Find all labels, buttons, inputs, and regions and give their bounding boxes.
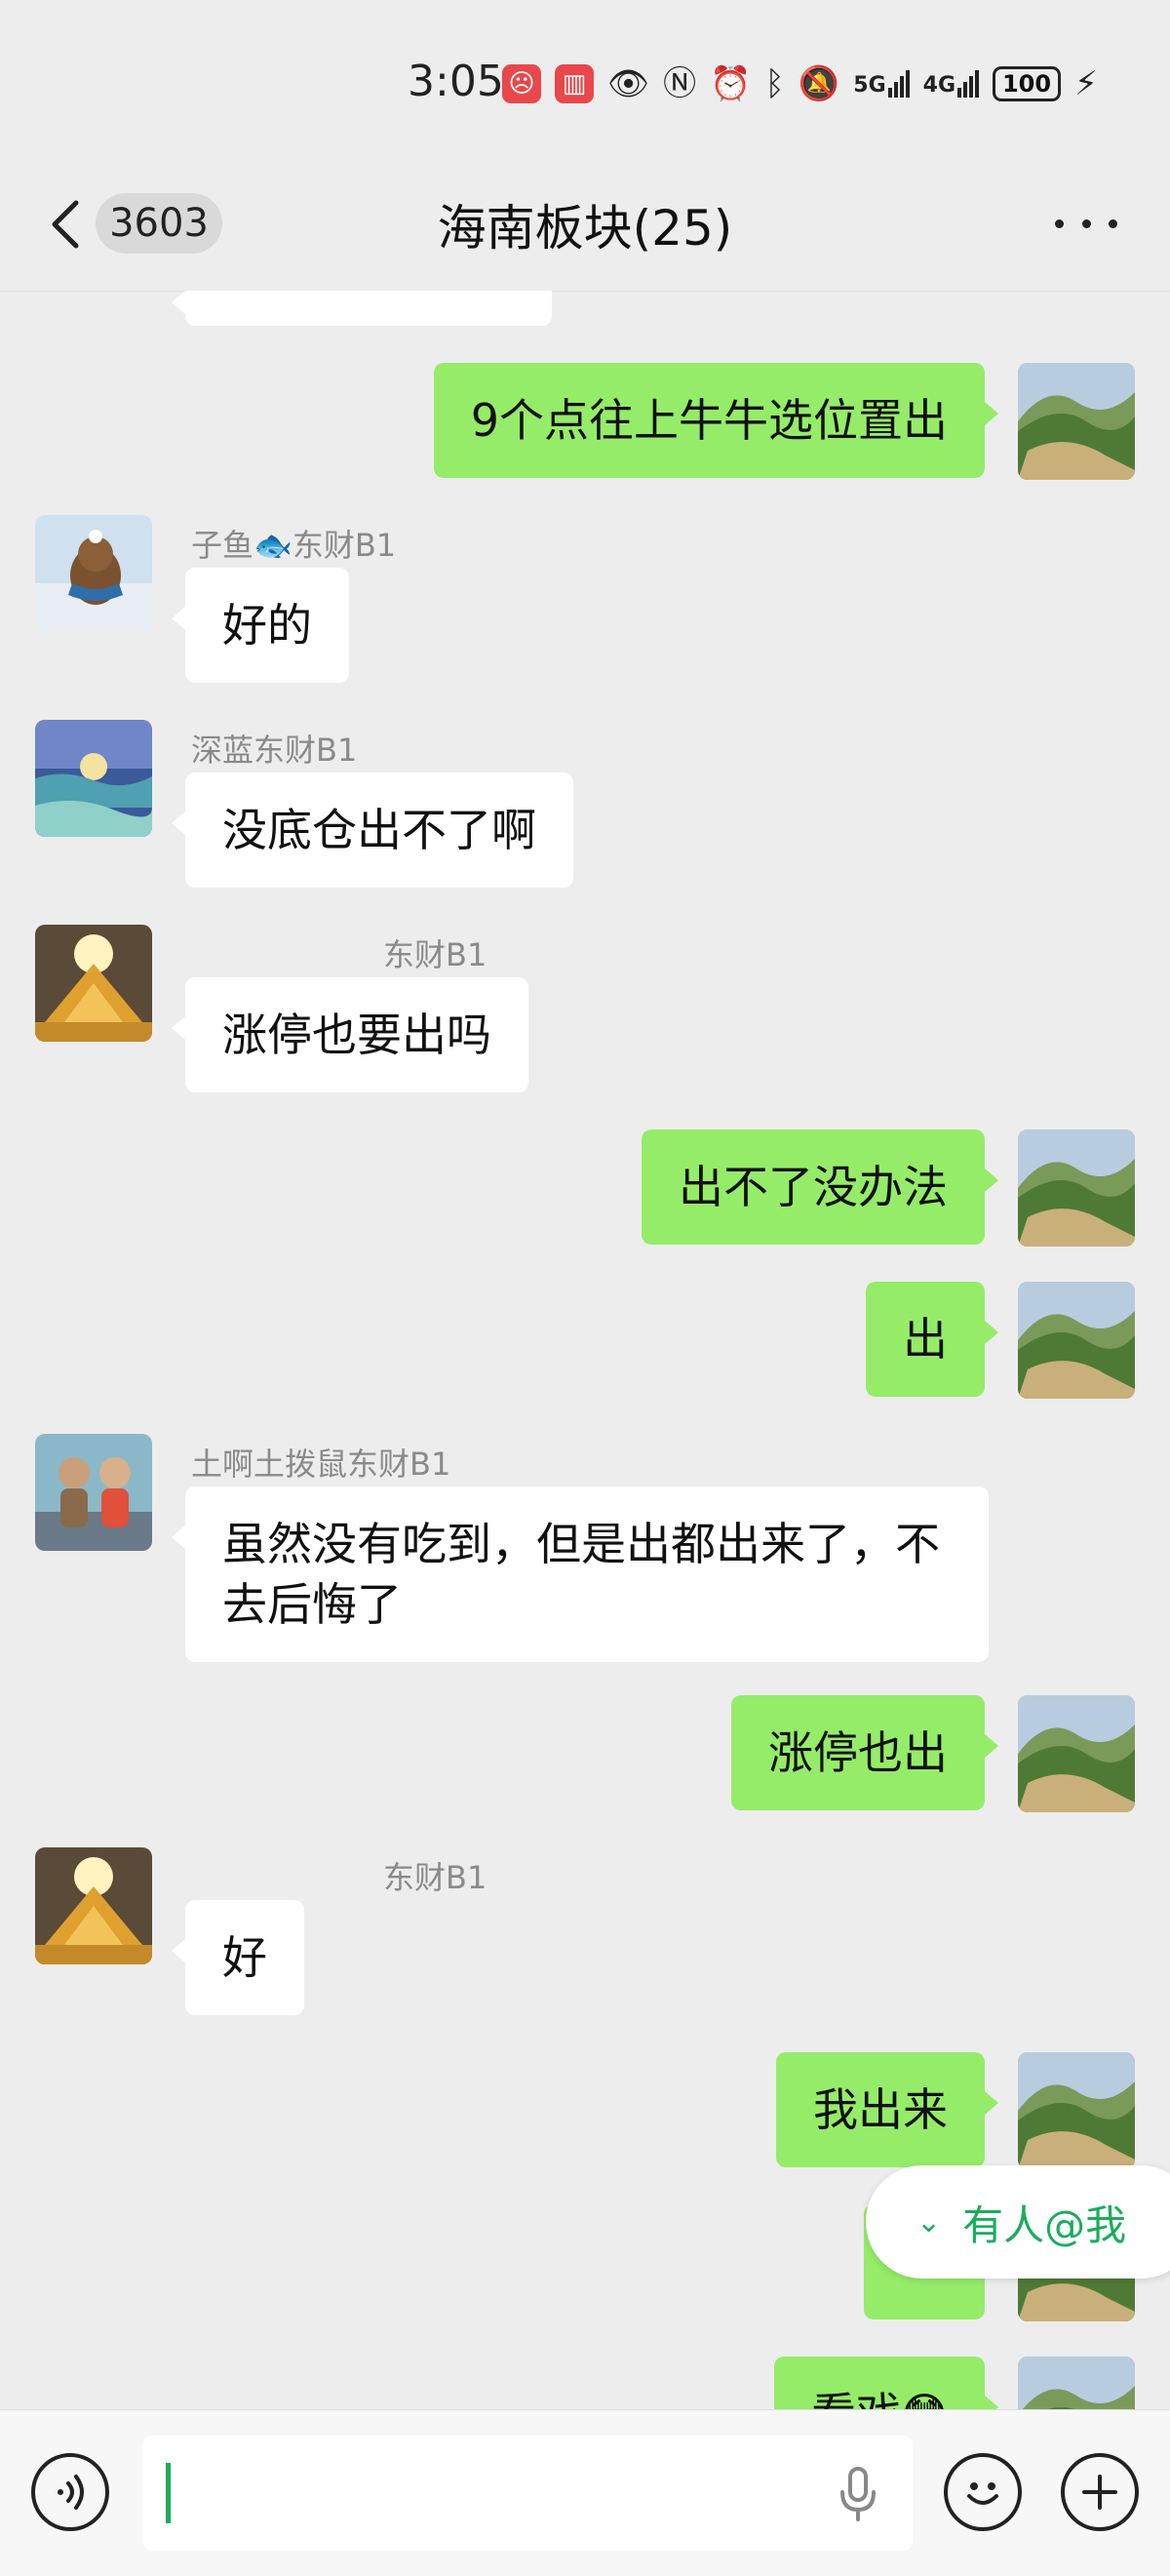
mute-icon: 🔕 (798, 64, 840, 103)
sender-name: 土啊土拨鼠东财B1 (191, 1446, 451, 1483)
voice-wave-icon[interactable] (31, 2453, 109, 2531)
message-input[interactable] (142, 2436, 913, 2551)
my-avatar[interactable] (1018, 2357, 1135, 2409)
message-bubble[interactable]: 虽然没有吃到，但是出都出来了，不去后悔了 (172, 1486, 989, 1662)
text-caret (166, 2463, 171, 2523)
plus-icon[interactable] (1061, 2453, 1139, 2531)
sender-avatar[interactable] (35, 925, 152, 1042)
sender-avatar[interactable] (35, 515, 152, 632)
double-chevron-down-icon: ⌄ (916, 2204, 942, 2239)
message-bubble[interactable]: 我出来 (776, 2052, 998, 2167)
message-bubble[interactable]: 好 (172, 1900, 304, 2015)
chat-title: 海南板块(25) (437, 200, 733, 257)
signal-5g-icon: 5G (853, 70, 910, 98)
my-avatar[interactable] (1018, 363, 1135, 480)
message-bubble[interactable]: 涨停也要出吗 (172, 977, 528, 1092)
sender-avatar[interactable] (35, 1847, 152, 1964)
microphone-icon[interactable] (835, 2465, 881, 2523)
my-avatar[interactable] (1018, 1129, 1135, 1247)
sender-avatar[interactable] (35, 720, 152, 837)
message-bubble[interactable]: 涨停也出 (731, 1695, 998, 1810)
bluetooth-icon: ᛒ (764, 64, 785, 103)
message-bubble[interactable]: 9个点往上牛牛选位置出 (433, 363, 999, 478)
sender-name: 深蓝东财B1 (191, 732, 358, 769)
input-bar (0, 2409, 1170, 2576)
message-bubble[interactable]: 好的 (172, 568, 349, 683)
sender-name: 东财B1 (383, 936, 488, 973)
status-bar: 3:05 ☹ ▥ 👁 Ⓝ ⏰ ᛒ 🔕 5G 4G 100 ⚡ (0, 0, 1170, 166)
notification-book-icon: ▥ (555, 64, 594, 103)
mention-notice-button[interactable]: ⌄ 有人@我 (866, 2165, 1170, 2279)
my-avatar[interactable] (1018, 1695, 1135, 1812)
signal-4g-icon: 4G (923, 70, 980, 98)
charging-icon: ⚡ (1074, 64, 1098, 103)
my-avatar[interactable] (1018, 1282, 1135, 1399)
smiley-icon[interactable] (944, 2453, 1022, 2531)
message-bubble[interactable]: 没底仓出不了啊 (172, 773, 573, 888)
message-bubble[interactable]: 出 (866, 1282, 998, 1397)
chat-header: 3603 海南板块(25) (0, 166, 1170, 292)
sender-name: 东财B1 (383, 1859, 488, 1896)
notification-app-icon: ☹ (502, 64, 541, 103)
nfc-icon: Ⓝ (663, 64, 697, 103)
status-icons: ☹ ▥ 👁 Ⓝ ⏰ ᛒ 🔕 5G 4G 100 ⚡ (502, 60, 1098, 107)
mention-notice-label: 有人@我 (962, 2200, 1127, 2249)
status-time: 3:05 (408, 57, 504, 106)
alarm-icon: ⏰ (710, 64, 752, 103)
more-options-icon[interactable] (1055, 213, 1117, 234)
message-bubble[interactable]: 看戏😳 (774, 2357, 998, 2409)
sender-avatar[interactable] (35, 1434, 152, 1551)
eye-icon: 👁 (607, 64, 650, 103)
my-avatar[interactable] (1018, 2052, 1135, 2169)
message-bubble-partial (172, 291, 552, 326)
battery-indicator: 100 (993, 66, 1062, 101)
message-list[interactable]: 9个点往上牛牛选位置出 子鱼🐟东财B1 好的 深蓝东财B1 没底仓出不了啊 东财… (0, 291, 1170, 2409)
message-bubble[interactable]: 出不了没办法 (642, 1129, 998, 1245)
sender-name: 子鱼🐟东财B1 (191, 527, 397, 564)
